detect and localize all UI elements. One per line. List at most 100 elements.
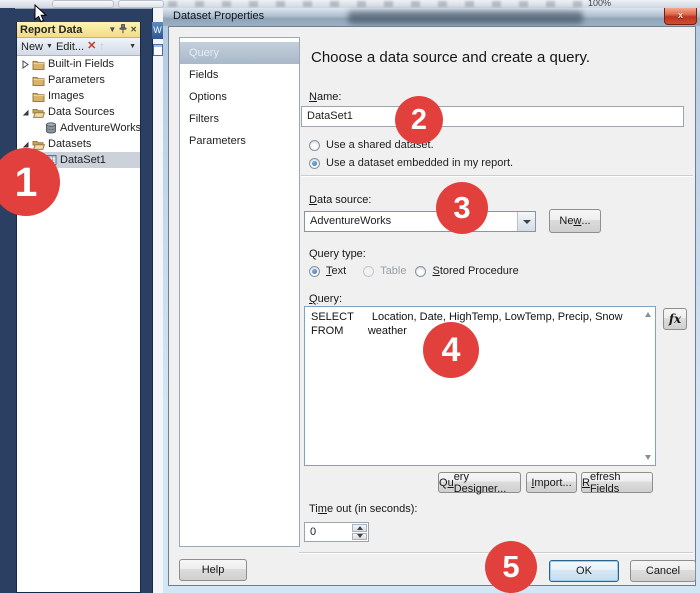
report-data-panel: Report Data ▼ ✕ New ▼ Edit... ✕ ↑ ▼ Buil… — [16, 22, 141, 593]
dialog-nav-options[interactable]: Options — [180, 86, 299, 108]
query-input[interactable]: SELECT Location, Date, HighTemp, LowTemp… — [304, 306, 656, 466]
tree-item-label: Parameters — [48, 74, 105, 86]
expander-collapsed-icon[interactable] — [21, 59, 30, 69]
query-type-option-label: Stored Procedure — [432, 265, 519, 277]
name-input[interactable]: DataSet1 — [301, 106, 684, 127]
pin-icon[interactable] — [119, 23, 127, 36]
query-type-option-table: Table — [363, 265, 406, 277]
cancel-button[interactable]: Cancel — [630, 560, 696, 582]
radio-unchecked-icon[interactable] — [415, 265, 427, 277]
tree-item-label: Data Sources — [48, 106, 115, 118]
timeout-spinner — [352, 524, 367, 540]
move-up-icon[interactable]: ↑ — [99, 41, 104, 52]
timeout-input[interactable]: 0 — [304, 522, 369, 542]
query-label: Query: — [309, 293, 343, 305]
tree-item-label: Datasets — [48, 138, 92, 150]
titlebar-blur — [348, 11, 583, 24]
query-type-label: Query type: — [309, 248, 366, 260]
embedded-dataset-label: Use a dataset embedded in my report. — [326, 157, 514, 169]
document-tab[interactable]: W — [152, 22, 163, 39]
scroll-up-icon[interactable] — [645, 312, 651, 317]
timeout-value: 0 — [310, 526, 317, 538]
toolbar-segment — [52, 0, 114, 8]
screen: 100% Variables W Report Data ▼ ✕ New ▼ E… — [0, 0, 700, 593]
tree-item-label: Images — [48, 90, 85, 102]
document-icon — [153, 44, 163, 56]
report-data-toolbar: New ▼ Edit... ✕ ↑ ▼ — [17, 38, 140, 56]
separator — [301, 175, 693, 177]
dialog-nav-fields[interactable]: Fields — [180, 64, 299, 86]
dialog-nav-query[interactable]: Query — [180, 42, 299, 64]
query-type-option-text[interactable]: Text — [309, 265, 346, 277]
tree-item-built-in-fields[interactable]: Built-in Fields — [17, 56, 140, 72]
tree-row-inner: AdventureWorks — [33, 120, 140, 136]
new-datasource-button[interactable]: Ne w... — [549, 209, 601, 233]
chevron-down-icon — [522, 219, 531, 224]
annotation-circle-4: 4 — [423, 322, 479, 378]
dialog-nav: Query Fields Options Filters Parameters — [179, 37, 300, 547]
dialog-heading: Choose a data source and create a query. — [311, 49, 591, 66]
query-type-option-label: Text — [326, 265, 347, 277]
toolbar-segment — [118, 0, 164, 8]
ok-button[interactable]: OK — [549, 560, 619, 582]
query-type-options: Text Table Stored Procedure — [309, 265, 528, 277]
report-data-tree: Built-in Fields Parameters Images Data Sour… — [17, 56, 140, 592]
report-data-panel-header[interactable]: Report Data ▼ ✕ — [17, 22, 140, 38]
expander-expanded-icon[interactable] — [21, 108, 30, 117]
scroll-down-icon[interactable] — [645, 455, 651, 460]
tree-row-inner: Data Sources — [21, 104, 140, 120]
new-dropdown-chevron-icon[interactable]: ▼ — [46, 43, 53, 50]
left-dock-bar — [0, 8, 15, 593]
spin-up-button[interactable] — [352, 524, 367, 532]
annotation-circle-3: 3 — [436, 182, 488, 234]
triangle-up-icon — [356, 525, 363, 530]
database-icon — [44, 122, 57, 134]
folder-closed-icon — [32, 58, 45, 70]
tree-row-inner: Built-in Fields — [21, 56, 140, 72]
tree-item-data-sources[interactable]: Data Sources — [17, 104, 140, 120]
tree-row-inner: Images — [21, 88, 140, 104]
folder-closed-icon — [32, 74, 45, 86]
name-label: Name: — [309, 91, 342, 103]
query-designer-button[interactable]: Qu ery Designer... — [438, 471, 521, 495]
radio-unchecked-icon — [363, 265, 375, 277]
query-type-option-label: Table — [380, 265, 407, 277]
spin-down-button[interactable] — [352, 532, 367, 540]
tree-item-adventureworks[interactable]: AdventureWorks — [17, 120, 140, 136]
combo-dropdown-button[interactable] — [517, 212, 535, 231]
radio-unchecked-icon[interactable] — [309, 139, 320, 151]
embedded-dataset-radio-row[interactable]: Use a dataset embedded in my report. — [309, 157, 513, 169]
data-source-label: Data source: — [309, 194, 372, 206]
tree-item-label: DataSet1 — [60, 154, 106, 166]
timeout-label: Time out (in seconds): — [309, 503, 418, 515]
edit-button[interactable]: Edit... — [56, 41, 84, 53]
radio-checked-icon[interactable] — [309, 157, 320, 169]
data-source-combo[interactable]: AdventureWorks — [304, 211, 536, 232]
import-button[interactable]: Import... — [526, 472, 577, 493]
refresh-fields-button[interactable]: Refresh Fields — [581, 471, 653, 495]
help-button[interactable]: Help — [179, 559, 247, 581]
delete-icon[interactable]: ✕ — [87, 41, 96, 52]
annotation-circle-5: 5 — [485, 541, 537, 593]
window-position-chevron-icon[interactable]: ▼ — [108, 25, 116, 34]
dialog-nav-filters[interactable]: Filters — [180, 108, 299, 130]
close-icon[interactable]: ✕ — [130, 25, 137, 34]
panel-title: Report Data — [20, 23, 83, 36]
new-button[interactable]: New — [21, 41, 43, 53]
query-type-option-stored-procedure[interactable]: Stored Procedure — [415, 265, 519, 277]
tree-item-images[interactable]: Images — [17, 88, 140, 104]
radio-checked-icon[interactable] — [309, 265, 320, 277]
toolbar-overflow-chevron-icon[interactable]: ▼ — [129, 43, 136, 50]
triangle-down-icon — [356, 534, 363, 539]
expression-fx-button[interactable]: fx — [663, 308, 687, 330]
data-source-value: AdventureWorks — [310, 215, 392, 227]
zoom-level-label: 100% — [588, 0, 612, 8]
tree-item-parameters[interactable]: Parameters — [17, 72, 140, 88]
annotation-circle-2: 2 — [395, 96, 443, 144]
dialog-titlebar[interactable]: Dataset Properties x — [163, 8, 700, 26]
dialog-close-button[interactable]: x — [664, 8, 697, 25]
dialog-nav-parameters[interactable]: Parameters — [180, 130, 299, 152]
